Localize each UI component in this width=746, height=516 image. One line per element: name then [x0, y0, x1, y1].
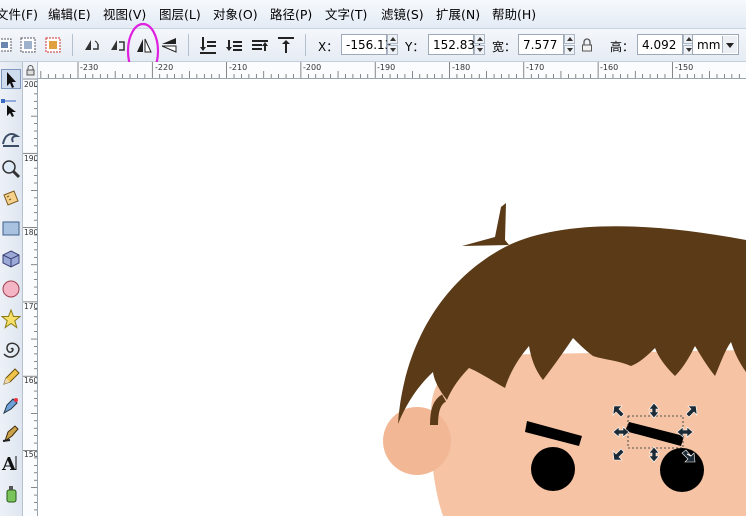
- ruler-label: 150: [24, 450, 38, 459]
- ruler-label: 180: [24, 228, 38, 237]
- ruler-label: 190: [24, 154, 38, 163]
- calligraphy-tool-icon[interactable]: [1, 423, 21, 443]
- spiral-tool-icon[interactable]: [1, 339, 21, 359]
- menu-view[interactable]: 视图(V): [103, 6, 146, 24]
- pencil-tool-icon[interactable]: [1, 367, 21, 387]
- width-label: 宽：: [492, 40, 517, 54]
- y-spinner[interactable]: [474, 34, 485, 55]
- ruler-label: 200: [24, 80, 38, 89]
- toolbox: A: [0, 62, 23, 516]
- x-label: X：: [318, 40, 339, 54]
- menu-text[interactable]: 文字(T): [325, 6, 367, 24]
- lower-icon[interactable]: [223, 34, 245, 56]
- width-spinner[interactable]: [564, 34, 575, 55]
- ellipse-tool-icon[interactable]: [1, 279, 21, 299]
- zoom-tool-icon[interactable]: [1, 159, 21, 179]
- flip-vertical-icon[interactable]: [158, 34, 180, 56]
- ruler-label: 170: [24, 302, 38, 311]
- menu-path[interactable]: 路径(P): [270, 6, 312, 24]
- menu-help[interactable]: 帮助(H): [492, 6, 536, 24]
- invert-selection-icon[interactable]: [42, 34, 64, 56]
- tool-controls-bar: X： -156.13 Y： 152.837 宽： 7.577 高： 4.092 …: [0, 22, 746, 80]
- unit-select[interactable]: mm: [692, 34, 739, 55]
- ruler-label: -170: [526, 63, 545, 72]
- ruler-label: -150: [675, 63, 694, 72]
- select-all-icon[interactable]: [0, 34, 16, 56]
- ruler-label: -190: [377, 63, 396, 72]
- menu-layer[interactable]: 图层(L): [159, 6, 201, 24]
- height-label: 高：: [610, 40, 635, 54]
- menu-file[interactable]: 文件(F): [0, 6, 38, 24]
- ruler-label: -200: [303, 63, 322, 72]
- lock-icon[interactable]: [578, 34, 596, 56]
- text-tool-icon[interactable]: A: [1, 453, 21, 473]
- menu-edit[interactable]: 编辑(E): [48, 6, 91, 24]
- selector-tool-icon[interactable]: [1, 69, 21, 89]
- horizontal-ruler[interactable]: -230 -220 -210 -200 -190 -180 -170 -160 …: [38, 62, 746, 79]
- ruler-label: -210: [229, 63, 248, 72]
- toolbar-separator: [188, 34, 189, 56]
- measure-tool-icon[interactable]: [1, 189, 21, 209]
- x-field[interactable]: -156.13: [341, 34, 392, 55]
- flip-horizontal-icon[interactable]: [133, 34, 155, 56]
- 3d-box-tool-icon[interactable]: [1, 249, 21, 269]
- svg-text:A: A: [1, 454, 17, 473]
- pen-tool-icon[interactable]: [1, 395, 21, 415]
- ruler-label: 160: [24, 376, 38, 385]
- raise-icon[interactable]: [249, 34, 271, 56]
- width-field[interactable]: 7.577: [518, 34, 564, 55]
- ruler-label: -180: [452, 63, 471, 72]
- tweak-tool-icon[interactable]: [1, 128, 21, 148]
- menu-filters[interactable]: 滤镜(S): [381, 6, 424, 24]
- x-value: -156.13: [346, 38, 393, 52]
- ruler-corner: [23, 62, 38, 79]
- face-shape[interactable]: [430, 350, 746, 516]
- toolbar-separator: [72, 34, 73, 56]
- menu-extensions[interactable]: 扩展(N): [436, 6, 480, 24]
- menu-bar: 文件(F) 编辑(E) 视图(V) 图层(L) 对象(O) 路径(P) 文字(T…: [0, 0, 746, 29]
- toolbar-separator: [305, 34, 306, 56]
- x-spinner[interactable]: [387, 34, 398, 55]
- ruler-label: -220: [155, 63, 174, 72]
- star-tool-icon[interactable]: [1, 309, 21, 329]
- vertical-ruler[interactable]: 200 190 180 170 160 150: [23, 79, 38, 516]
- ruler-label: -160: [600, 63, 619, 72]
- height-value: 4.092: [642, 38, 677, 52]
- rotate-ccw-icon[interactable]: [80, 34, 102, 56]
- spray-tool-icon[interactable]: [1, 483, 21, 503]
- hair-tuft[interactable]: [462, 203, 509, 246]
- rectangle-tool-icon[interactable]: [1, 219, 21, 239]
- lock-guides-icon[interactable]: [23, 62, 38, 79]
- drawing-canvas[interactable]: [39, 80, 746, 516]
- lower-to-bottom-icon[interactable]: [197, 34, 219, 56]
- unit-value: mm: [697, 38, 721, 52]
- width-value: 7.577: [523, 38, 558, 52]
- select-all-layers-icon[interactable]: [17, 34, 39, 56]
- left-eye[interactable]: [531, 447, 575, 491]
- node-tool-icon[interactable]: [1, 97, 21, 117]
- y-field[interactable]: 152.837: [428, 34, 483, 55]
- rotate-cw-icon[interactable]: [106, 34, 128, 56]
- raise-to-top-icon[interactable]: [275, 34, 297, 56]
- chevron-down-icon: [722, 36, 737, 53]
- ear-shape[interactable]: [383, 407, 451, 475]
- height-field[interactable]: 4.092: [637, 34, 683, 55]
- right-eye[interactable]: [660, 448, 704, 492]
- ruler-label: -230: [80, 63, 99, 72]
- menu-object[interactable]: 对象(O): [213, 6, 258, 24]
- y-label: Y：: [405, 40, 425, 54]
